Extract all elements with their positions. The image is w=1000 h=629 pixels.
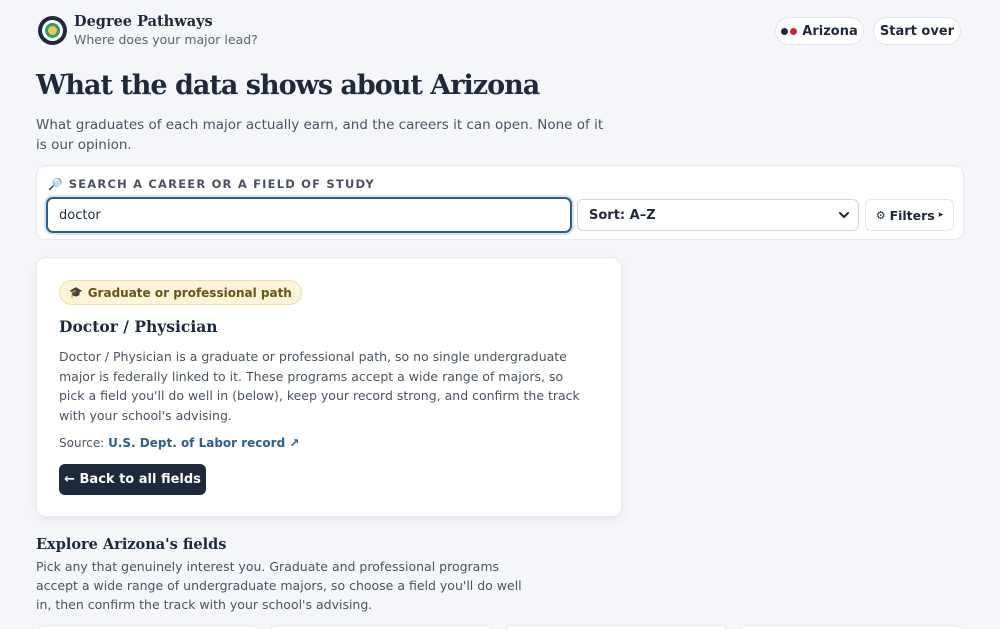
state-dot-icon	[781, 27, 789, 35]
back-to-fields-button[interactable]: ← Back to all fields	[59, 464, 206, 495]
page-title: What the data shows about Arizona	[36, 70, 540, 101]
brand-tagline: Where does your major lead?	[74, 32, 258, 47]
sort-value: Sort: A–Z	[589, 207, 656, 223]
target-logo-icon[interactable]	[38, 16, 67, 45]
start-over-button[interactable]: Start over	[873, 17, 961, 45]
state-dot-icon	[790, 27, 798, 35]
field-tile[interactable]	[504, 625, 728, 629]
field-tile[interactable]	[36, 625, 260, 629]
search-label: 🔎 SEARCH A CAREER OR A FIELD OF STUDY	[48, 177, 375, 191]
brand-name[interactable]: Degree Pathways	[74, 13, 213, 30]
state-selector-button[interactable]: Arizona	[775, 17, 864, 45]
page-intro: What graduates of each major actually ea…	[36, 117, 604, 153]
filters-label: Filters	[889, 207, 935, 223]
source-line: Source: U.S. Dept. of Labor record ↗	[59, 436, 300, 450]
career-result-card: 🎓 Graduate or professional path Doctor /…	[36, 257, 622, 517]
career-description: Doctor / Physician is a graduate or prof…	[59, 349, 580, 423]
magnifier-icon: 🔎	[48, 177, 64, 191]
explore-description: Pick any that genuinely interest you. Gr…	[36, 559, 522, 612]
app-header: Degree Pathways Where does your major le…	[0, 0, 1000, 62]
gear-icon: ⚙	[875, 208, 886, 222]
search-panel: 🔎 SEARCH A CAREER OR A FIELD OF STUDY So…	[36, 165, 964, 240]
sort-select[interactable]: Sort: A–Z	[577, 199, 859, 231]
field-tile[interactable]	[738, 625, 962, 629]
caret-right-icon: ▸	[938, 210, 944, 220]
field-tile[interactable]	[270, 625, 494, 629]
path-badge: 🎓 Graduate or professional path	[59, 280, 302, 305]
chevron-down-icon	[839, 212, 849, 218]
state-label: Arizona	[802, 23, 858, 39]
career-title: Doctor / Physician	[59, 317, 218, 336]
graduation-cap-icon: 🎓	[69, 286, 83, 299]
search-input[interactable]	[46, 197, 572, 233]
explore-title: Explore Arizona's fields	[36, 536, 227, 553]
filters-button[interactable]: ⚙ Filters ▸	[865, 199, 954, 231]
source-link[interactable]: U.S. Dept. of Labor record ↗	[108, 436, 299, 450]
